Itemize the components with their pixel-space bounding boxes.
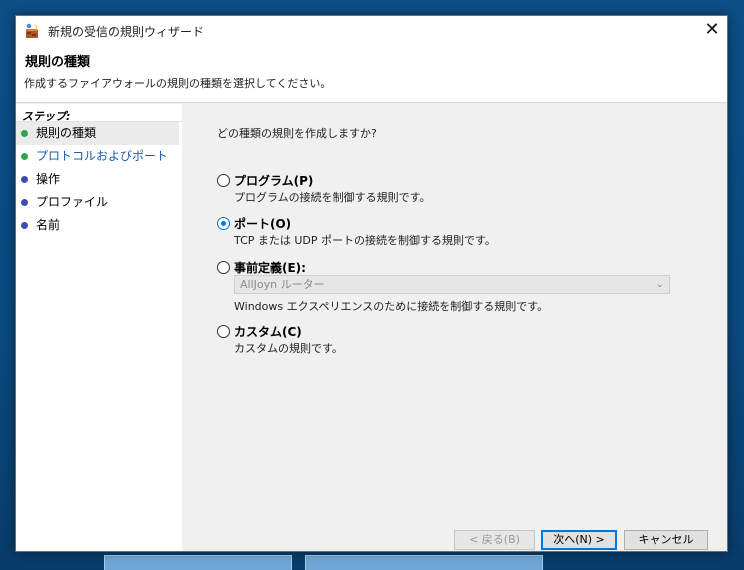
wizard-header: 規則の種類 作成するファイアウォールの規則の種類を選択してください。: [16, 46, 727, 103]
option-description: TCP または UDP ポートの接続を制御する規則です。: [234, 234, 496, 247]
step-bullet-icon: [21, 199, 28, 206]
page-subtitle: 作成するファイアウォールの規則の種類を選択してください。: [24, 77, 332, 90]
step-bullet-icon: [21, 153, 28, 160]
step-bullet-icon: [21, 130, 28, 137]
option-label[interactable]: 事前定義(E):: [234, 259, 306, 276]
window-title: 新規の受信の規則ウィザード: [48, 25, 205, 39]
desktop-window-tile: [305, 555, 543, 570]
radio-custom[interactable]: [217, 325, 230, 338]
radio-port[interactable]: [217, 217, 230, 230]
option-description: Windows エクスペリエンスのために接続を制御する規則です。: [234, 300, 549, 313]
step-profile[interactable]: プロファイル: [16, 191, 182, 214]
step-bullet-icon: [21, 222, 28, 229]
question-text: どの種類の規則を作成しますか?: [217, 127, 377, 140]
step-action[interactable]: 操作: [16, 168, 182, 191]
steps-panel: ステップ: 規則の種類 プロトコルおよびポート 操作 プロファイル 名前: [16, 104, 182, 551]
cancel-button[interactable]: キャンセル: [624, 530, 708, 550]
wizard-window: 新規の受信の規則ウィザード ✕ 規則の種類 作成するファイアウォールの規則の種類…: [15, 15, 728, 552]
title-bar[interactable]: 新規の受信の規則ウィザード ✕: [16, 16, 727, 46]
close-icon: ✕: [704, 19, 720, 40]
predefined-rule-select[interactable]: AllJoyn ルーター ⌄: [234, 275, 670, 294]
step-name[interactable]: 名前: [16, 214, 182, 237]
firewall-wizard-icon: [25, 23, 41, 39]
step-label: プロファイル: [36, 195, 109, 209]
option-description: カスタムの規則です。: [234, 342, 343, 355]
option-label[interactable]: カスタム(C): [234, 323, 302, 340]
step-bullet-icon: [21, 176, 28, 183]
step-rule-type[interactable]: 規則の種類: [16, 122, 179, 145]
step-label: 名前: [36, 218, 61, 232]
radio-program[interactable]: [217, 174, 230, 187]
back-button[interactable]: < 戻る(B): [454, 530, 535, 550]
select-value: AllJoyn ルーター: [240, 278, 325, 291]
chevron-down-icon: ⌄: [655, 279, 664, 290]
desktop-window-tile: [104, 555, 292, 570]
step-protocol-and-ports[interactable]: プロトコルおよびポート: [16, 145, 182, 168]
close-button[interactable]: ✕: [697, 16, 727, 46]
next-button[interactable]: 次へ(N) >: [541, 530, 617, 550]
step-label: 規則の種類: [36, 126, 97, 140]
radio-predefined[interactable]: [217, 261, 230, 274]
steps-heading: ステップ:: [16, 104, 182, 123]
main-panel: どの種類の規則を作成しますか? プログラム(P) プログラムの接続を制御する規則…: [183, 104, 727, 551]
option-label[interactable]: ポート(O): [234, 215, 291, 232]
step-label: プロトコルおよびポート: [36, 149, 169, 163]
step-label: 操作: [36, 172, 61, 186]
page-title: 規則の種類: [25, 55, 91, 70]
option-description: プログラムの接続を制御する規則です。: [234, 191, 431, 204]
option-label[interactable]: プログラム(P): [234, 172, 313, 189]
